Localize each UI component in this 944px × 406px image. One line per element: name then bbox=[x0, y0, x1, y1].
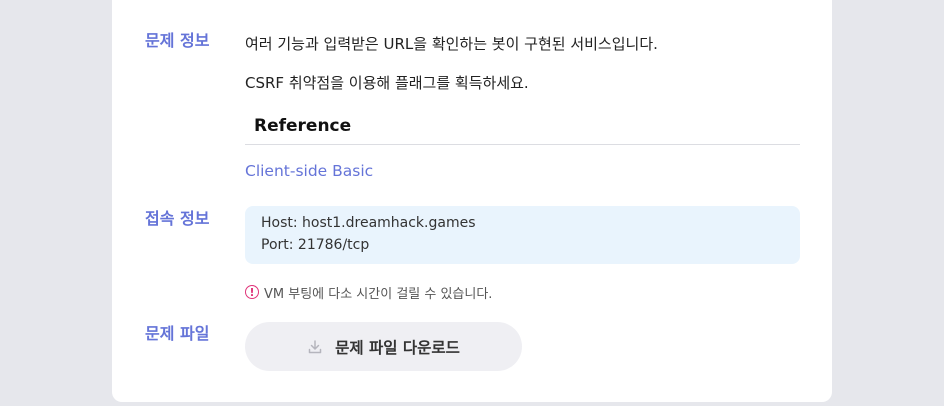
connection-port: Port: 21786/tcp bbox=[261, 237, 370, 253]
connection-info-label: 접속 정보 bbox=[145, 209, 210, 228]
download-icon bbox=[308, 339, 322, 353]
reference-heading: Reference bbox=[254, 116, 352, 136]
vm-boot-notice-text: VM 부팅에 다소 시간이 걸릴 수 있습니다. bbox=[264, 286, 493, 302]
download-problem-file-button[interactable]: 문제 파일 다운로드 bbox=[245, 322, 522, 371]
reference-link-client-side-basic[interactable]: Client-side Basic bbox=[245, 162, 373, 180]
download-button-label: 문제 파일 다운로드 bbox=[335, 338, 460, 357]
problem-file-label: 문제 파일 bbox=[145, 324, 210, 343]
problem-description-line-2: CSRF 취약점을 이용해 플래그를 획득하세요. bbox=[245, 74, 529, 92]
problem-info-label: 문제 정보 bbox=[145, 31, 210, 50]
connection-host: Host: host1.dreamhack.games bbox=[261, 215, 476, 231]
reference-divider bbox=[245, 144, 800, 145]
connection-info-box: Host: host1.dreamhack.games Port: 21786/… bbox=[245, 206, 800, 264]
exclamation-circle-icon: ! bbox=[245, 285, 259, 299]
problem-description-line-1: 여러 기능과 입력받은 URL을 확인하는 봇이 구현된 서비스입니다. bbox=[245, 35, 658, 53]
vm-boot-notice: ! VM 부팅에 다소 시간이 걸릴 수 있습니다. bbox=[245, 283, 493, 302]
